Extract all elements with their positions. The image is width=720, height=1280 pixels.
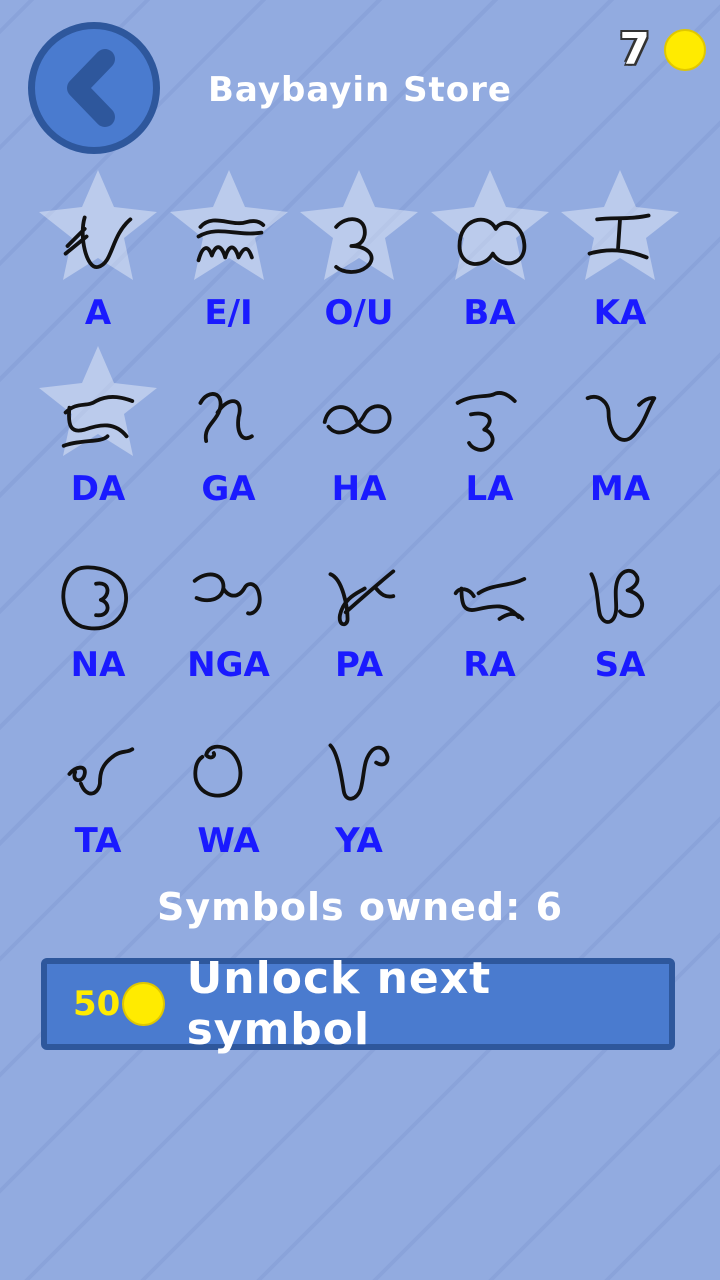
baybayin-glyph-icon (192, 744, 242, 798)
baybayin-glyph-icon (196, 218, 265, 263)
page-title: Baybayin Store (208, 70, 512, 110)
symbol-label: A (84, 293, 112, 333)
symbol-ka[interactable]: KA (555, 170, 685, 346)
symbol-ma[interactable]: MA (555, 346, 685, 522)
coin-balance: 7 (619, 24, 706, 75)
unlock-button-label: Unlock next symbol (186, 953, 492, 1055)
symbol-label: SA (594, 645, 646, 685)
symbol-ra[interactable]: RA (425, 522, 555, 698)
symbol-label: WA (197, 821, 260, 861)
symbol-label: MA (589, 469, 651, 509)
baybayin-glyph-icon (192, 572, 262, 616)
unlock-next-symbol-button[interactable]: 50 Unlock next symbol (41, 953, 675, 1055)
symbol-label: YA (335, 821, 383, 861)
symbol-label: E/I (204, 293, 253, 333)
symbol-label: DA (70, 469, 126, 509)
symbol-ha[interactable]: HA (294, 346, 424, 522)
symbol-sa[interactable]: SA (555, 522, 685, 698)
coin-count: 7 (619, 24, 650, 75)
baybayin-glyph-icon (587, 213, 651, 260)
baybayin-glyph-icon (455, 391, 517, 452)
baybayin-glyph-icon (328, 743, 390, 801)
symbol-label: O/U (324, 293, 394, 333)
symbol-label: NGA (187, 645, 270, 685)
baybayin-glyph-icon (457, 217, 526, 266)
symbol-ga[interactable]: GA (164, 346, 294, 522)
baybayin-glyph-icon (589, 568, 644, 624)
symbol-label: NA (70, 645, 126, 685)
symbol-label: BA (463, 293, 516, 333)
symbol-e-i[interactable]: E/I (164, 170, 294, 346)
baybayin-glyph-icon (585, 395, 657, 442)
symbol-label: HA (331, 469, 387, 509)
symbol-da[interactable]: DA (33, 346, 163, 522)
baybayin-glyph-icon (453, 577, 526, 621)
symbol-label: GA (201, 469, 256, 509)
symbol-la[interactable]: LA (425, 346, 555, 522)
coin-icon (664, 28, 706, 71)
symbol-ba[interactable]: BA (425, 170, 555, 346)
symbol-a[interactable]: A (33, 170, 163, 346)
symbol-label: LA (465, 469, 514, 509)
baybayin-glyph-icon (63, 215, 133, 269)
baybayin-glyph-icon (328, 569, 396, 627)
symbols-owned-text: Symbols owned: 6 (156, 885, 564, 929)
symbol-ta[interactable]: TA (33, 698, 163, 874)
baybayin-glyph-icon (198, 392, 254, 443)
baybayin-glyph-icon (61, 395, 135, 448)
symbol-label: KA (593, 293, 647, 333)
symbol-nga[interactable]: NGA (164, 522, 294, 698)
baybayin-glyph-icon (61, 565, 128, 631)
baybayin-glyph-icon (334, 217, 374, 274)
unlock-price: 50 (73, 984, 121, 1024)
symbol-wa[interactable]: WA (164, 698, 294, 874)
symbol-label: PA (334, 645, 384, 685)
symbol-ya[interactable]: YA (294, 698, 424, 874)
symbol-label: RA (463, 645, 516, 685)
symbol-pa[interactable]: PA (294, 522, 424, 698)
baybayin-glyph-icon (67, 747, 135, 796)
coin-icon (122, 982, 165, 1026)
baybayin-glyph-icon (322, 404, 392, 435)
symbol-o-u[interactable]: O/U (294, 170, 424, 346)
symbol-na[interactable]: NA (33, 522, 163, 698)
symbol-label: TA (74, 821, 122, 861)
